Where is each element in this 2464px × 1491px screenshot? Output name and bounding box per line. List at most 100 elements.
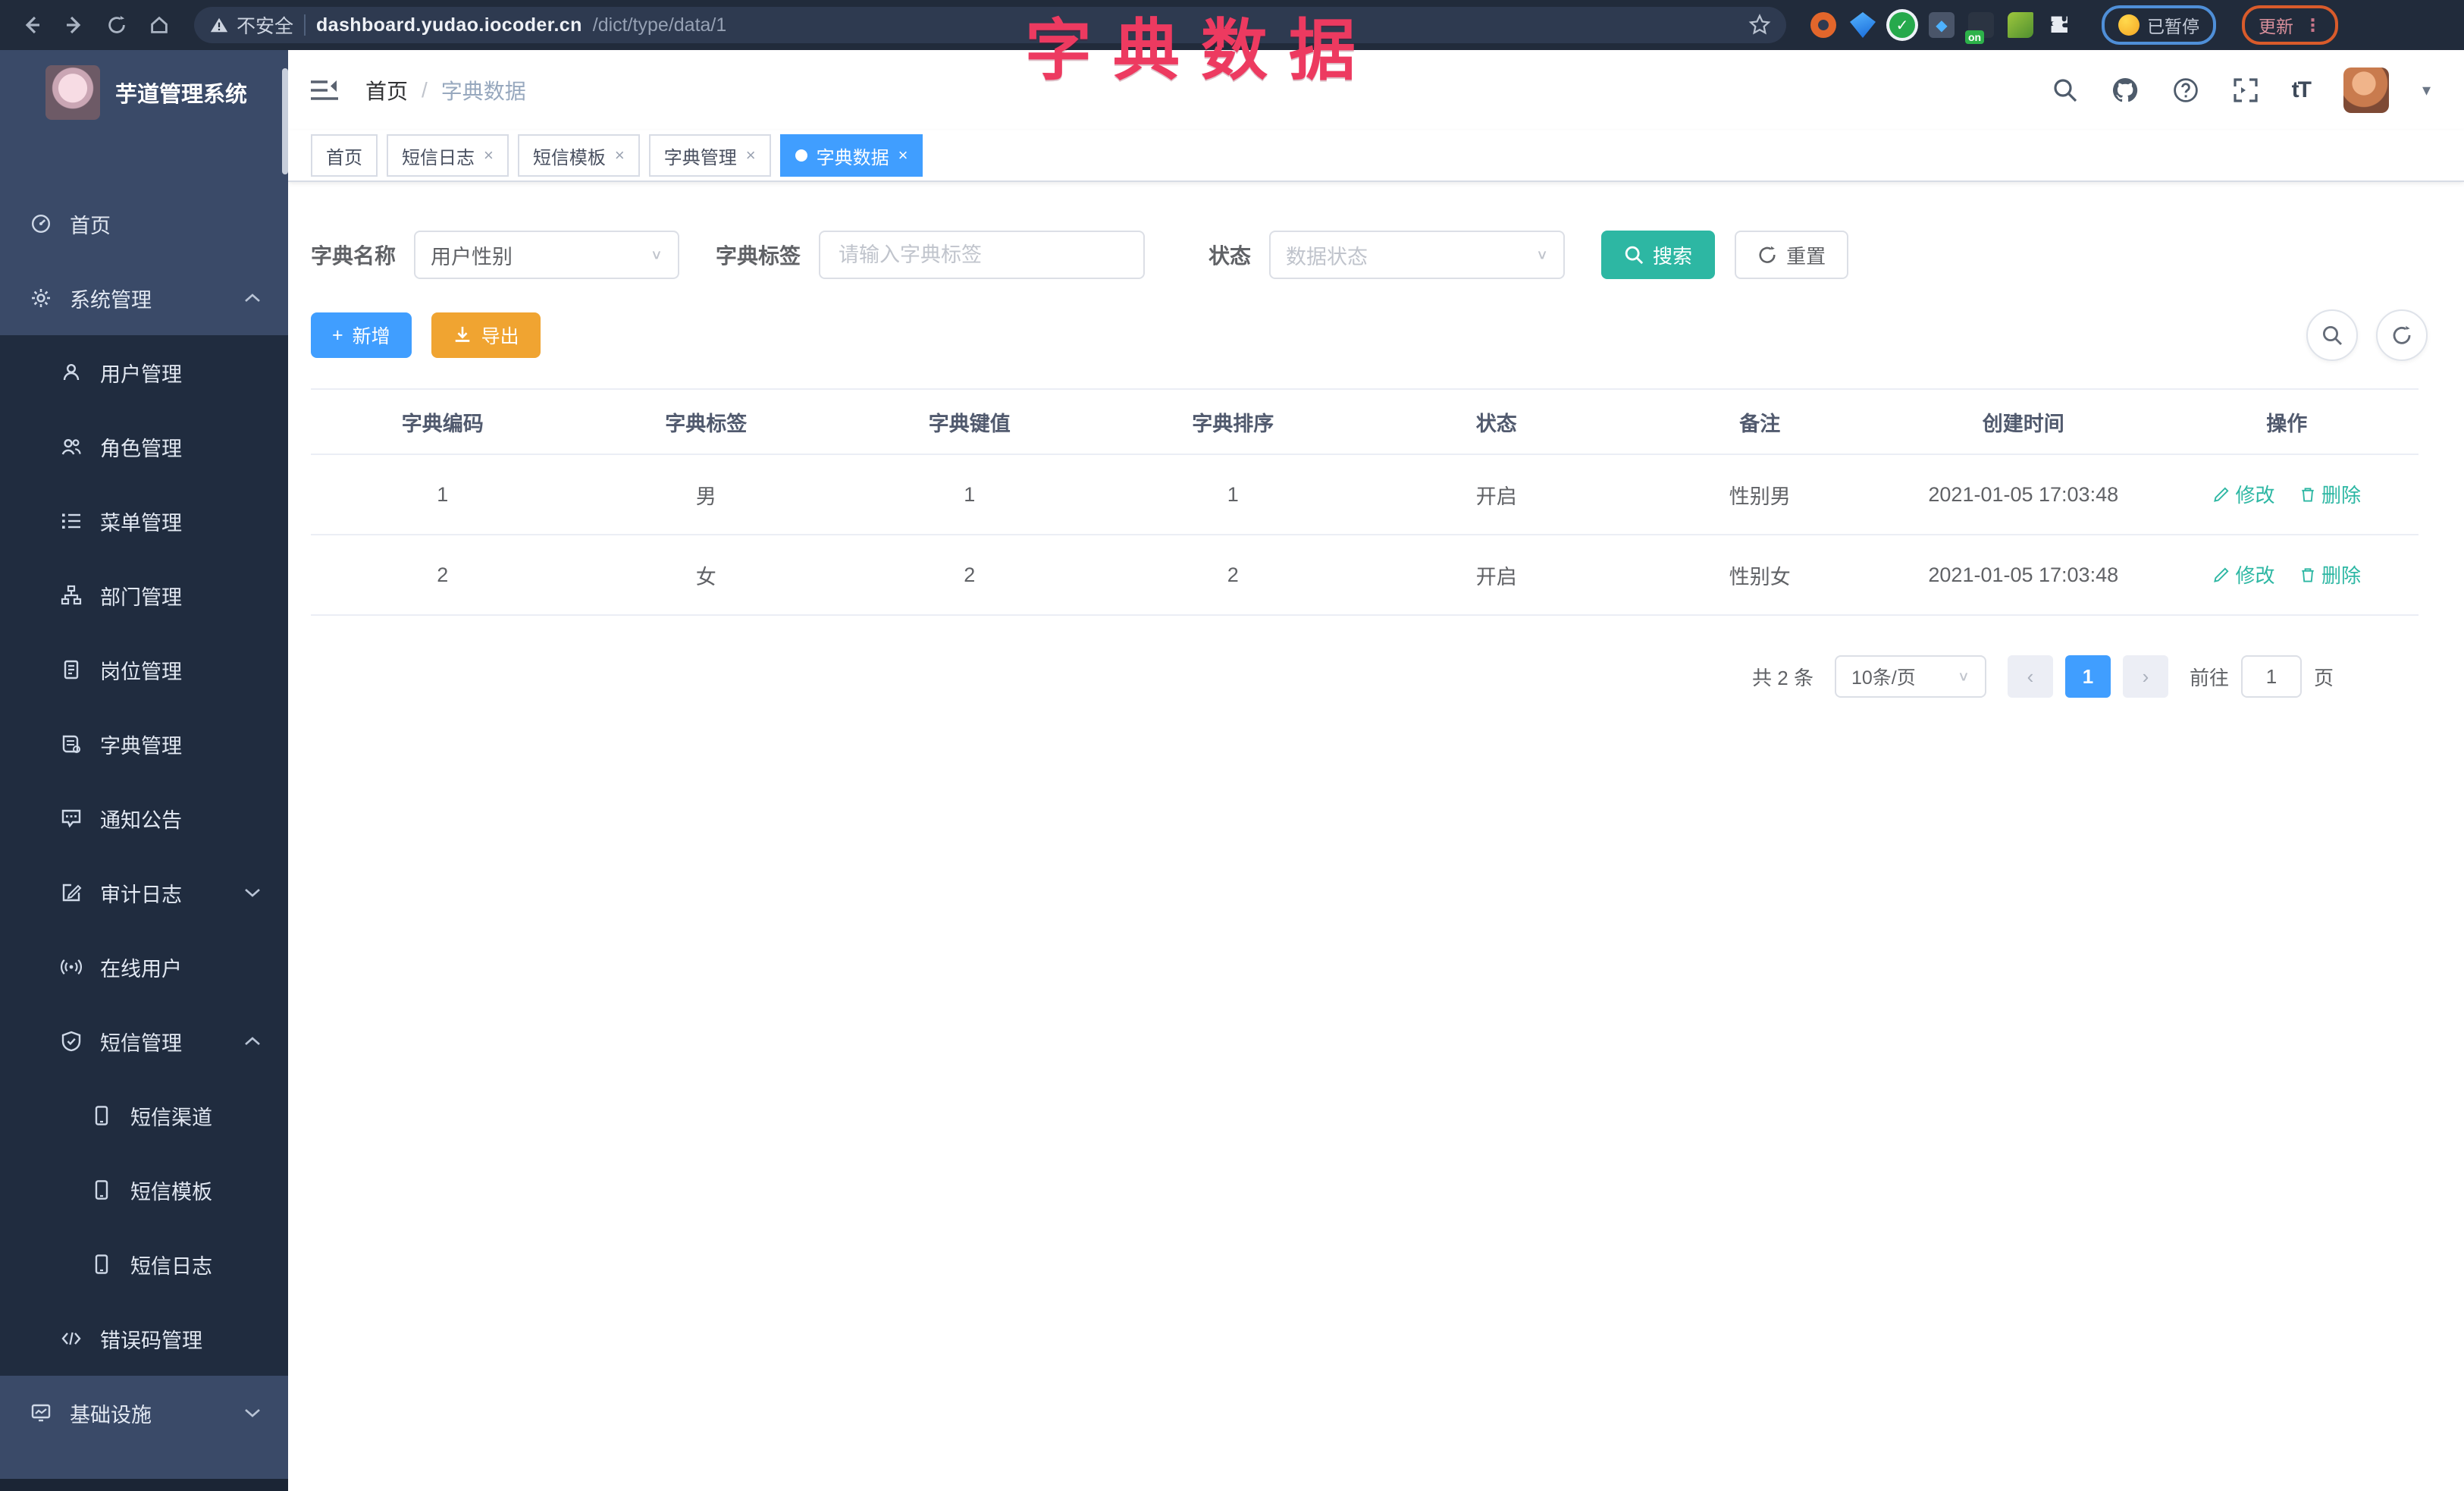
sidebar-item-home[interactable]: 首页 (0, 187, 288, 261)
goto-page-input[interactable] (2240, 655, 2302, 698)
sidebar-item-audit-log[interactable]: 审计日志 (0, 855, 288, 930)
bookmark-star-icon[interactable] (1748, 14, 1771, 36)
goto-label: 前往 (2189, 666, 2229, 689)
sidebar-item-label: 在线用户 (100, 957, 182, 981)
page-size-select[interactable]: 10条/页 ∨ (1834, 655, 1986, 698)
sidebar-item-sms[interactable]: 短信管理 (0, 1004, 288, 1078)
close-icon[interactable]: × (746, 146, 756, 165)
search-icon[interactable] (2052, 77, 2078, 103)
browser-home-icon[interactable] (140, 5, 179, 45)
extension-check-icon[interactable]: ✓ (1889, 12, 1915, 38)
sidebar-item-error-codes[interactable]: 错误码管理 (0, 1301, 288, 1376)
shield-check-icon (61, 1031, 82, 1052)
tab-home[interactable]: 首页 (311, 134, 378, 177)
tab-sms-template[interactable]: 短信模板 × (517, 134, 640, 177)
sidebar-item-system[interactable]: 系统管理 (0, 261, 288, 335)
url-path: /dict/type/data/1 (592, 14, 727, 36)
search-button-label: 搜索 (1653, 244, 1693, 268)
close-icon[interactable]: × (484, 146, 494, 165)
sidebar-item-online-users[interactable]: 在线用户 (0, 930, 288, 1004)
logo-row[interactable]: 芋道管理系统 (0, 50, 288, 135)
sidebar-item-users[interactable]: 用户管理 (0, 335, 288, 410)
phone-icon (91, 1105, 112, 1126)
id-card-icon (61, 659, 82, 680)
extension-sliders-icon[interactable]: ◆ (1929, 12, 1955, 38)
sidebar-item-label: 字典管理 (100, 734, 182, 758)
extension-gem-icon[interactable] (1850, 12, 1876, 38)
breadcrumb-home[interactable]: 首页 (365, 75, 408, 105)
add-button[interactable]: + 新增 (311, 312, 412, 358)
cell-value: 2 (838, 535, 1102, 616)
download-icon (455, 326, 469, 342)
sidebar-item-label: 菜单管理 (100, 511, 182, 535)
close-icon[interactable]: × (615, 146, 625, 165)
reset-button[interactable]: 重置 (1735, 231, 1849, 279)
page-1-button[interactable]: 1 (2064, 655, 2111, 698)
app-logo (45, 65, 100, 120)
fullscreen-icon[interactable] (2233, 77, 2259, 103)
edit-link[interactable]: 修改 (2212, 560, 2274, 589)
users-icon (61, 436, 82, 457)
extension-leaf-icon[interactable] (2008, 12, 2033, 38)
tab-dict-manage[interactable]: 字典管理 × (648, 134, 771, 177)
tabs-bar: 首页 短信日志 × 短信模板 × 字典管理 × 字典数据 × (288, 130, 2464, 182)
next-page-button[interactable]: › (2122, 655, 2168, 698)
close-icon[interactable]: × (898, 146, 908, 165)
extension-terminal-icon[interactable]: on (1965, 12, 1994, 44)
tab-dict-data[interactable]: 字典数据 × (779, 134, 923, 177)
prev-page-button[interactable]: ‹ (2007, 655, 2053, 698)
collapse-sidebar-icon[interactable] (311, 79, 338, 102)
extensions-puzzle-icon[interactable] (2047, 12, 2073, 38)
col-sort: 字典排序 (1101, 388, 1365, 455)
delete-link[interactable]: 删除 (2299, 560, 2361, 589)
sidebar-item-sms-log[interactable]: 短信日志 (0, 1227, 288, 1301)
sidebar-item-label: 用户管理 (100, 363, 182, 386)
browser-refresh-icon[interactable] (97, 5, 136, 45)
dict-name-select[interactable]: 用户性别 ∨ (414, 231, 680, 279)
sidebar-item-roles[interactable]: 角色管理 (0, 410, 288, 484)
paused-extension-pill[interactable]: 已暂停 (2102, 5, 2216, 45)
browser-menu-kebab-icon[interactable]: ⋮ (2304, 15, 2321, 36)
cell-sort: 2 (1101, 535, 1365, 616)
status-label: 状态 (1208, 244, 1252, 268)
delete-link[interactable]: 删除 (2299, 480, 2361, 508)
browser-forward-icon[interactable] (55, 5, 94, 45)
chevron-down-icon (244, 887, 261, 898)
tab-label: 字典管理 (663, 147, 737, 168)
github-icon[interactable] (2111, 77, 2139, 104)
sidebar-scrollbar[interactable] (282, 68, 288, 174)
browser-back-icon[interactable] (12, 5, 52, 45)
tab-sms-log[interactable]: 短信日志 × (387, 134, 509, 177)
avatar-caret-icon[interactable]: ▾ (2422, 80, 2431, 100)
gear-icon (30, 287, 52, 309)
chevron-down-icon (244, 1408, 261, 1418)
sidebar-item-menus[interactable]: 菜单管理 (0, 484, 288, 558)
font-size-icon[interactable]: tT (2292, 77, 2312, 103)
sidebar-item-departments[interactable]: 部门管理 (0, 558, 288, 632)
refresh-table-button[interactable] (2376, 309, 2428, 361)
extension-orange-icon[interactable] (1810, 12, 1836, 38)
user-avatar[interactable] (2343, 67, 2389, 113)
sidebar-item-dict[interactable]: 字典管理 (0, 707, 288, 781)
status-placeholder: 数据状态 (1286, 245, 1368, 268)
address-bar[interactable]: 不安全 dashboard.yudao.iocoder.cn/dict/type… (194, 7, 1786, 43)
sidebar-item-sms-channel[interactable]: 短信渠道 (0, 1078, 288, 1153)
dict-tag-input[interactable] (835, 241, 1129, 268)
book-icon (61, 733, 82, 755)
col-remark: 备注 (1628, 388, 1892, 455)
sidebar-item-notices[interactable]: 通知公告 (0, 781, 288, 855)
export-button[interactable]: 导出 (431, 312, 541, 358)
search-button[interactable]: 搜索 (1601, 231, 1716, 279)
help-icon[interactable] (2172, 77, 2199, 104)
show-search-button[interactable] (2306, 309, 2358, 361)
url-host: dashboard.yudao.iocoder.cn (316, 14, 582, 36)
status-select[interactable]: 数据状态 ∨ (1269, 231, 1566, 279)
plus-icon: + (332, 324, 343, 346)
sidebar-item-sms-template[interactable]: 短信模板 (0, 1153, 288, 1227)
sidebar-item-infrastructure[interactable]: 基础设施 (0, 1376, 288, 1450)
edit-link[interactable]: 修改 (2212, 480, 2274, 508)
security-warning[interactable]: 不安全 (209, 11, 293, 39)
user-icon (61, 362, 82, 383)
sidebar-item-posts[interactable]: 岗位管理 (0, 632, 288, 707)
browser-update-button[interactable]: 更新 ⋮ (2242, 5, 2338, 45)
